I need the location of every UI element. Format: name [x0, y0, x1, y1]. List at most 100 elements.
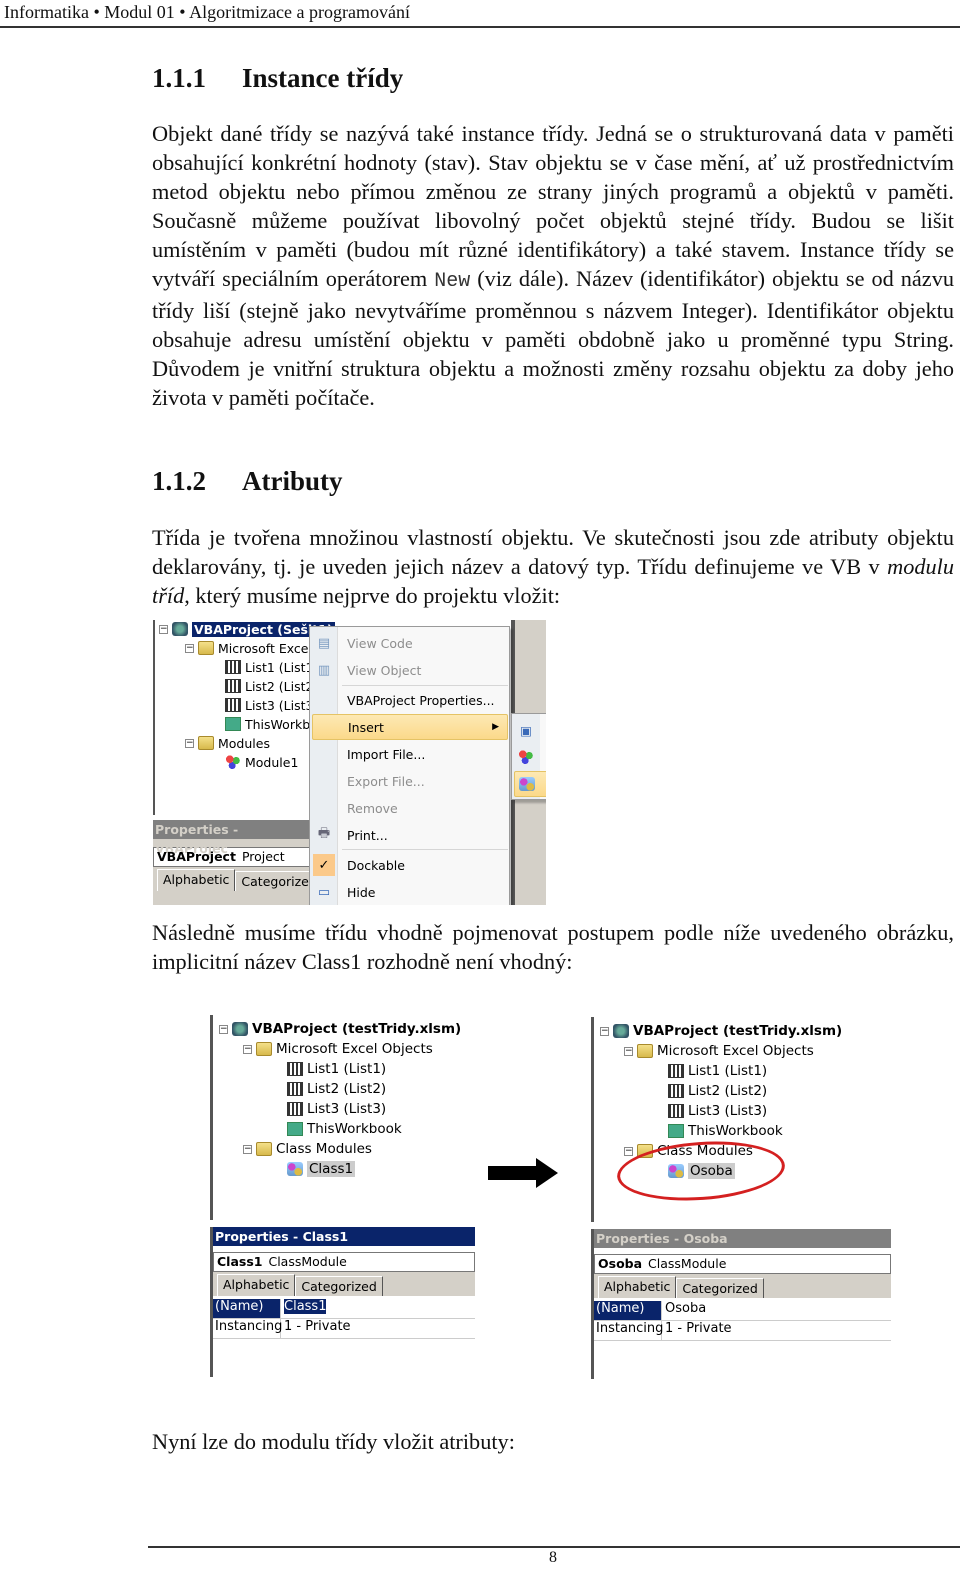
collapse-icon[interactable]: −: [159, 624, 168, 634]
properties-tabs: Alphabetic Categorized: [594, 1274, 891, 1298]
tree-node-workbook[interactable]: ThisWorkbook: [287, 1119, 402, 1139]
tree-node-workbook[interactable]: ThisWorkb: [225, 715, 310, 733]
tree-node-class-modules[interactable]: − Class Modules: [243, 1139, 372, 1159]
section-heading-instance: 1.1.1 Instance třídy: [152, 61, 403, 95]
submenu-arrow-icon: ▶: [492, 722, 499, 732]
project-icon: [613, 1024, 629, 1038]
tree-label: List2 (List2): [307, 1081, 387, 1097]
collapse-icon[interactable]: −: [219, 1024, 228, 1034]
text-run: , který musíme nejprve do projektu vloži…: [184, 583, 561, 608]
tree-node-sheet[interactable]: List1 (List1): [287, 1059, 386, 1079]
property-value[interactable]: 1 - Private: [281, 1319, 351, 1338]
properties-title: Properties - VBAProjec: [153, 820, 313, 856]
properties-window: Properties - Osoba Osoba ClassModule Alph…: [591, 1229, 891, 1379]
object-combo[interactable]: Class1 ClassModule: [213, 1252, 475, 1272]
property-value-input[interactable]: Osoba: [662, 1301, 706, 1320]
tree-node-project[interactable]: − VBAProject (testTridy.xlsm): [219, 1019, 461, 1039]
sheet-icon: [287, 1062, 303, 1076]
workbook-icon: [225, 717, 241, 731]
tree-node-sheet[interactable]: List2 (List2: [225, 677, 313, 695]
tree-node-modules[interactable]: − Modules: [185, 734, 270, 752]
menu-item-print[interactable]: 🖶 Print...: [312, 822, 508, 848]
paragraph-instance: Objekt dané třídy se nazývá také instanc…: [152, 119, 954, 412]
tree-node-module[interactable]: Module1: [225, 753, 298, 771]
tree-node-sheet[interactable]: List2 (List2): [287, 1079, 386, 1099]
checkmark-icon: ✓: [313, 854, 335, 876]
submenu-item-userform[interactable]: ▣UserForm: [514, 717, 546, 743]
userform-icon: ▣: [520, 722, 532, 738]
object-type: Project: [241, 849, 285, 864]
insert-submenu: ▣UserForm Module Class Module: [511, 713, 546, 800]
properties-tabs: Alphabetic Categorized: [153, 867, 323, 891]
menu-item-project-properties[interactable]: VBAProject Properties...: [312, 687, 508, 713]
folder-icon: [637, 1044, 653, 1058]
tree-node-sheet[interactable]: List1 (List1): [668, 1061, 767, 1081]
project-explorer: − VBAProject (Sešit1) − Microsoft Exce Lis…: [153, 620, 335, 815]
tree-label: ThisWorkbook: [307, 1121, 402, 1137]
folder-icon: [256, 1042, 272, 1056]
sheet-icon: [287, 1082, 303, 1096]
object-name: Osoba: [598, 1256, 643, 1271]
property-row-name[interactable]: (Name) Osoba: [594, 1301, 891, 1321]
tree-node-sheet[interactable]: List3 (List3): [287, 1099, 386, 1119]
object-combo[interactable]: Osoba ClassModule: [594, 1254, 891, 1274]
property-row-name[interactable]: (Name) Class1: [213, 1299, 475, 1319]
property-value[interactable]: 1 - Private: [662, 1321, 732, 1340]
collapse-icon[interactable]: −: [243, 1044, 252, 1054]
property-row-instancing[interactable]: Instancing 1 - Private: [213, 1319, 475, 1339]
menu-item-import-file[interactable]: Import File...: [312, 741, 508, 767]
property-row-instancing[interactable]: Instancing 1 - Private: [594, 1321, 891, 1341]
tree-label: Microsoft Excel Objects: [276, 1041, 433, 1057]
tab-alphabetic[interactable]: Alphabetic: [157, 869, 236, 891]
menu-item-export-file[interactable]: Export File...: [312, 768, 508, 794]
tree-node-class[interactable]: Class1: [287, 1159, 356, 1179]
tree-node-excel-objects[interactable]: − Microsoft Excel Objects: [624, 1041, 814, 1061]
collapse-icon[interactable]: −: [185, 738, 194, 748]
collapse-icon[interactable]: −: [243, 1144, 252, 1154]
properties-title: Properties - Osoba: [594, 1229, 891, 1248]
tree-node-excel-objects[interactable]: − Microsoft Exce: [185, 639, 309, 657]
tab-alphabetic[interactable]: Alphabetic: [217, 1274, 296, 1296]
collapse-icon[interactable]: −: [624, 1046, 633, 1056]
menu-item-view-object[interactable]: ▥ View Object: [312, 657, 508, 683]
collapse-icon[interactable]: −: [185, 643, 194, 653]
running-head: Informatika • Modul 01 • Algoritmizace a…: [4, 2, 410, 22]
object-combo[interactable]: VBAProject Project: [153, 847, 313, 867]
menu-item-view-code[interactable]: ▤ View Code: [312, 630, 508, 656]
tree-node-excel-objects[interactable]: − Microsoft Excel Objects: [243, 1039, 433, 1059]
tree-node-project[interactable]: − VBAProject (testTridy.xlsm): [600, 1021, 842, 1041]
object-window-icon: ▥: [317, 662, 331, 678]
tree-node-sheet[interactable]: List3 (List3: [225, 696, 313, 714]
hide-window-icon: ▭: [317, 884, 331, 900]
code-new: New: [434, 270, 471, 293]
folder-icon: [198, 641, 214, 655]
menu-item-dockable[interactable]: ✓ Dockable: [312, 852, 508, 878]
tree-node-sheet[interactable]: List3 (List3): [668, 1101, 767, 1121]
tab-categorized[interactable]: Categorized: [295, 1276, 383, 1296]
tree-label: List3 (List3: [245, 697, 314, 713]
tree-label: List2 (List2: [245, 678, 314, 694]
collapse-icon[interactable]: −: [600, 1026, 609, 1036]
tree-label: ThisWorkbook: [688, 1123, 783, 1139]
menu-item-remove[interactable]: Remove: [312, 795, 508, 821]
screenshot-insert-class-module: − VBAProject (Sešit1) − Microsoft Exce Lis…: [153, 620, 546, 905]
collapse-icon[interactable]: −: [624, 1146, 633, 1156]
menu-item-hide[interactable]: ▭ Hide: [312, 879, 508, 905]
tree-node-workbook[interactable]: ThisWorkbook: [668, 1121, 783, 1141]
sheet-icon: [225, 698, 241, 712]
sheet-icon: [225, 660, 241, 674]
submenu-item-class-module[interactable]: Class Module: [514, 771, 546, 797]
section-title: Atributy: [242, 466, 343, 496]
tree-label: List3 (List3): [307, 1101, 387, 1117]
tab-categorized[interactable]: Categorized: [676, 1278, 764, 1298]
header-rule: [0, 26, 960, 28]
tree-node-sheet[interactable]: List2 (List2): [668, 1081, 767, 1101]
object-name: VBAProject: [157, 849, 236, 864]
right-arrow-icon: [488, 1158, 558, 1188]
sheet-icon: [668, 1064, 684, 1078]
menu-item-insert[interactable]: Insert ▶: [312, 714, 508, 740]
tab-alphabetic[interactable]: Alphabetic: [598, 1276, 677, 1298]
property-value-input[interactable]: Class1: [284, 1299, 327, 1314]
submenu-item-module[interactable]: Module: [514, 744, 546, 770]
tree-node-sheet[interactable]: List1 (List1: [225, 658, 313, 676]
